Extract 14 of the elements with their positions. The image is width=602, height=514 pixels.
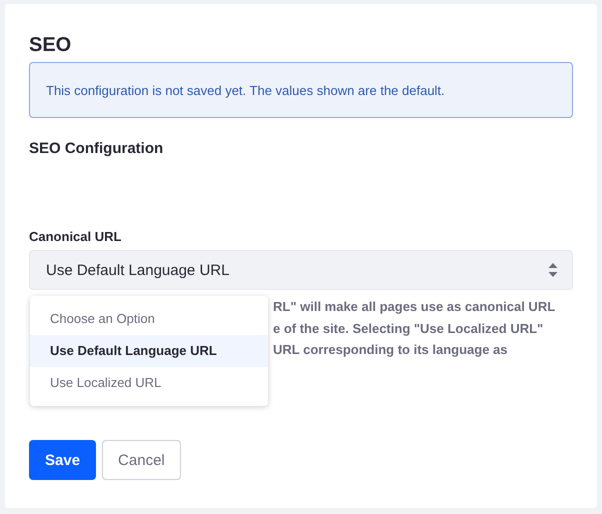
save-button[interactable]: Save [29, 440, 96, 480]
dropdown-option[interactable]: Choose an Option [30, 303, 268, 335]
dropdown-option[interactable]: Use Localized URL [30, 367, 268, 399]
help-text: RL" will make all pages use as canonical URL [273, 298, 556, 316]
page-title: SEO [29, 33, 72, 58]
dropdown-option[interactable]: Use Default Language URL [30, 335, 268, 367]
help-text: e of the site. Selecting "Use Localized URL" [273, 320, 544, 338]
info-alert: This configuration is not saved yet. The values shown are the default. [29, 62, 573, 118]
cancel-button[interactable]: Cancel [102, 440, 181, 480]
sort-caret-icon [548, 262, 558, 278]
field-label: Canonical URL [29, 229, 122, 244]
help-text: URL corresponding to its language as [273, 341, 509, 359]
section-title: SEO Configuration [29, 140, 164, 157]
select-field[interactable]: Use Default Language URL [29, 250, 573, 290]
